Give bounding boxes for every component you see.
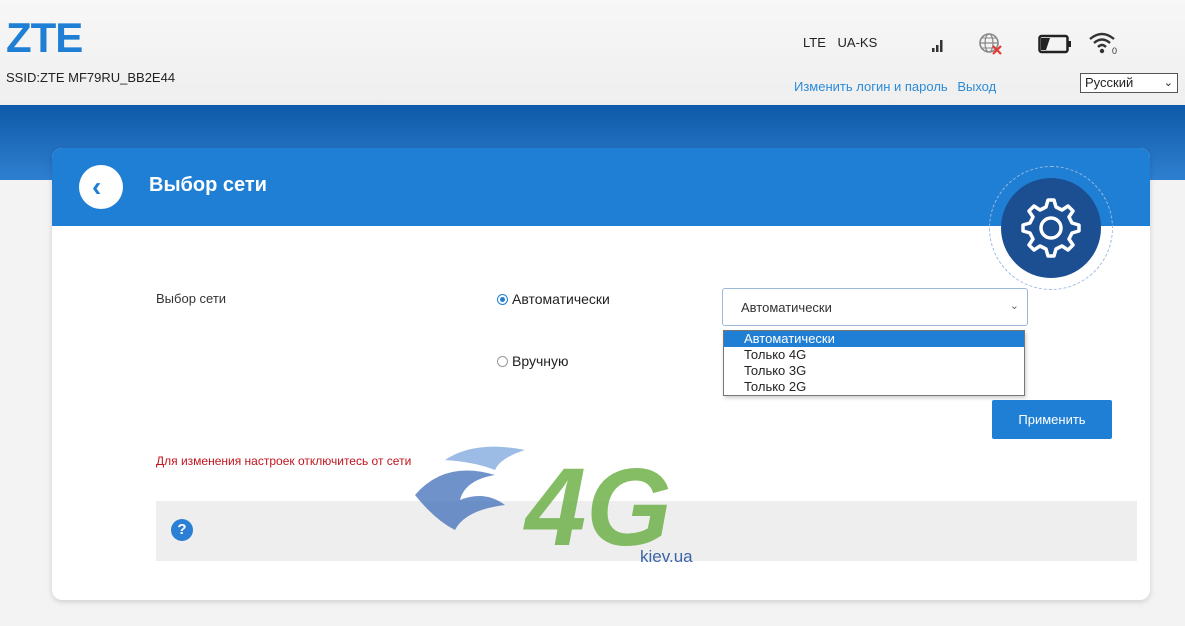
ssid-label: SSID:ZTE MF79RU_BB2E44: [6, 70, 176, 85]
help-icon[interactable]: ?: [171, 519, 193, 541]
page-title: Выбор сети: [149, 174, 267, 196]
network-status: LTE UA-KS: [803, 35, 885, 50]
dropdown-option-4g[interactable]: Только 4G: [724, 347, 1024, 363]
top-bar: ZTE SSID:ZTE MF79RU_BB2E44 LTE UA-KS 0 И…: [0, 0, 1185, 105]
radio-automatic-label: Автоматически: [512, 291, 610, 307]
globe-disconnected-icon: [979, 33, 1002, 55]
operator-name: UA-KS: [837, 35, 878, 50]
network-mode-select[interactable]: Автоматически ⌄: [722, 288, 1028, 326]
top-links: Изменить логин и пароль Выход: [794, 79, 996, 94]
language-value: Русский: [1085, 75, 1134, 90]
language-select[interactable]: Русский ⌄: [1080, 73, 1178, 93]
chevron-down-icon: ⌄: [1163, 77, 1173, 89]
network-type: LTE: [803, 35, 826, 50]
dropdown-option-2g[interactable]: Только 2G: [724, 379, 1024, 395]
chevron-left-icon: ‹: [92, 171, 102, 202]
wifi-icon: 0: [1089, 32, 1117, 56]
disconnect-warning: Для изменения настроек отключитесь от се…: [156, 454, 412, 468]
network-mode-value: Автоматически: [741, 300, 832, 315]
settings-badge: [989, 166, 1113, 290]
chevron-down-icon: ⌄: [1009, 300, 1019, 312]
radio-automatic[interactable]: Автоматически: [497, 291, 610, 307]
radio-manual-label: Вручную: [512, 353, 569, 369]
zte-logo: ZTE: [6, 14, 83, 61]
network-mode-dropdown: Автоматически Только 4G Только 3G Только…: [723, 330, 1025, 396]
help-bar: ?: [156, 501, 1137, 561]
field-label: Выбор сети: [156, 291, 227, 306]
radio-manual[interactable]: Вручную: [497, 353, 569, 369]
radio-button-checked[interactable]: [497, 294, 508, 305]
battery-icon: [1038, 34, 1071, 54]
signal-icon: [932, 40, 943, 52]
gear-icon: [1001, 178, 1101, 278]
network-selection-card: ‹ Выбор сети Выбор сети Автоматически Вр…: [52, 148, 1150, 600]
svg-text:0: 0: [1112, 46, 1117, 56]
dropdown-option-3g[interactable]: Только 3G: [724, 363, 1024, 379]
radio-button-unchecked[interactable]: [497, 356, 508, 367]
dropdown-option-auto[interactable]: Автоматически: [724, 331, 1024, 347]
apply-button[interactable]: Применить: [992, 400, 1112, 439]
change-login-link[interactable]: Изменить логин и пароль: [794, 79, 948, 94]
card-header: ‹ Выбор сети: [52, 148, 1150, 226]
back-button[interactable]: ‹: [79, 165, 123, 209]
logout-link[interactable]: Выход: [957, 79, 996, 94]
